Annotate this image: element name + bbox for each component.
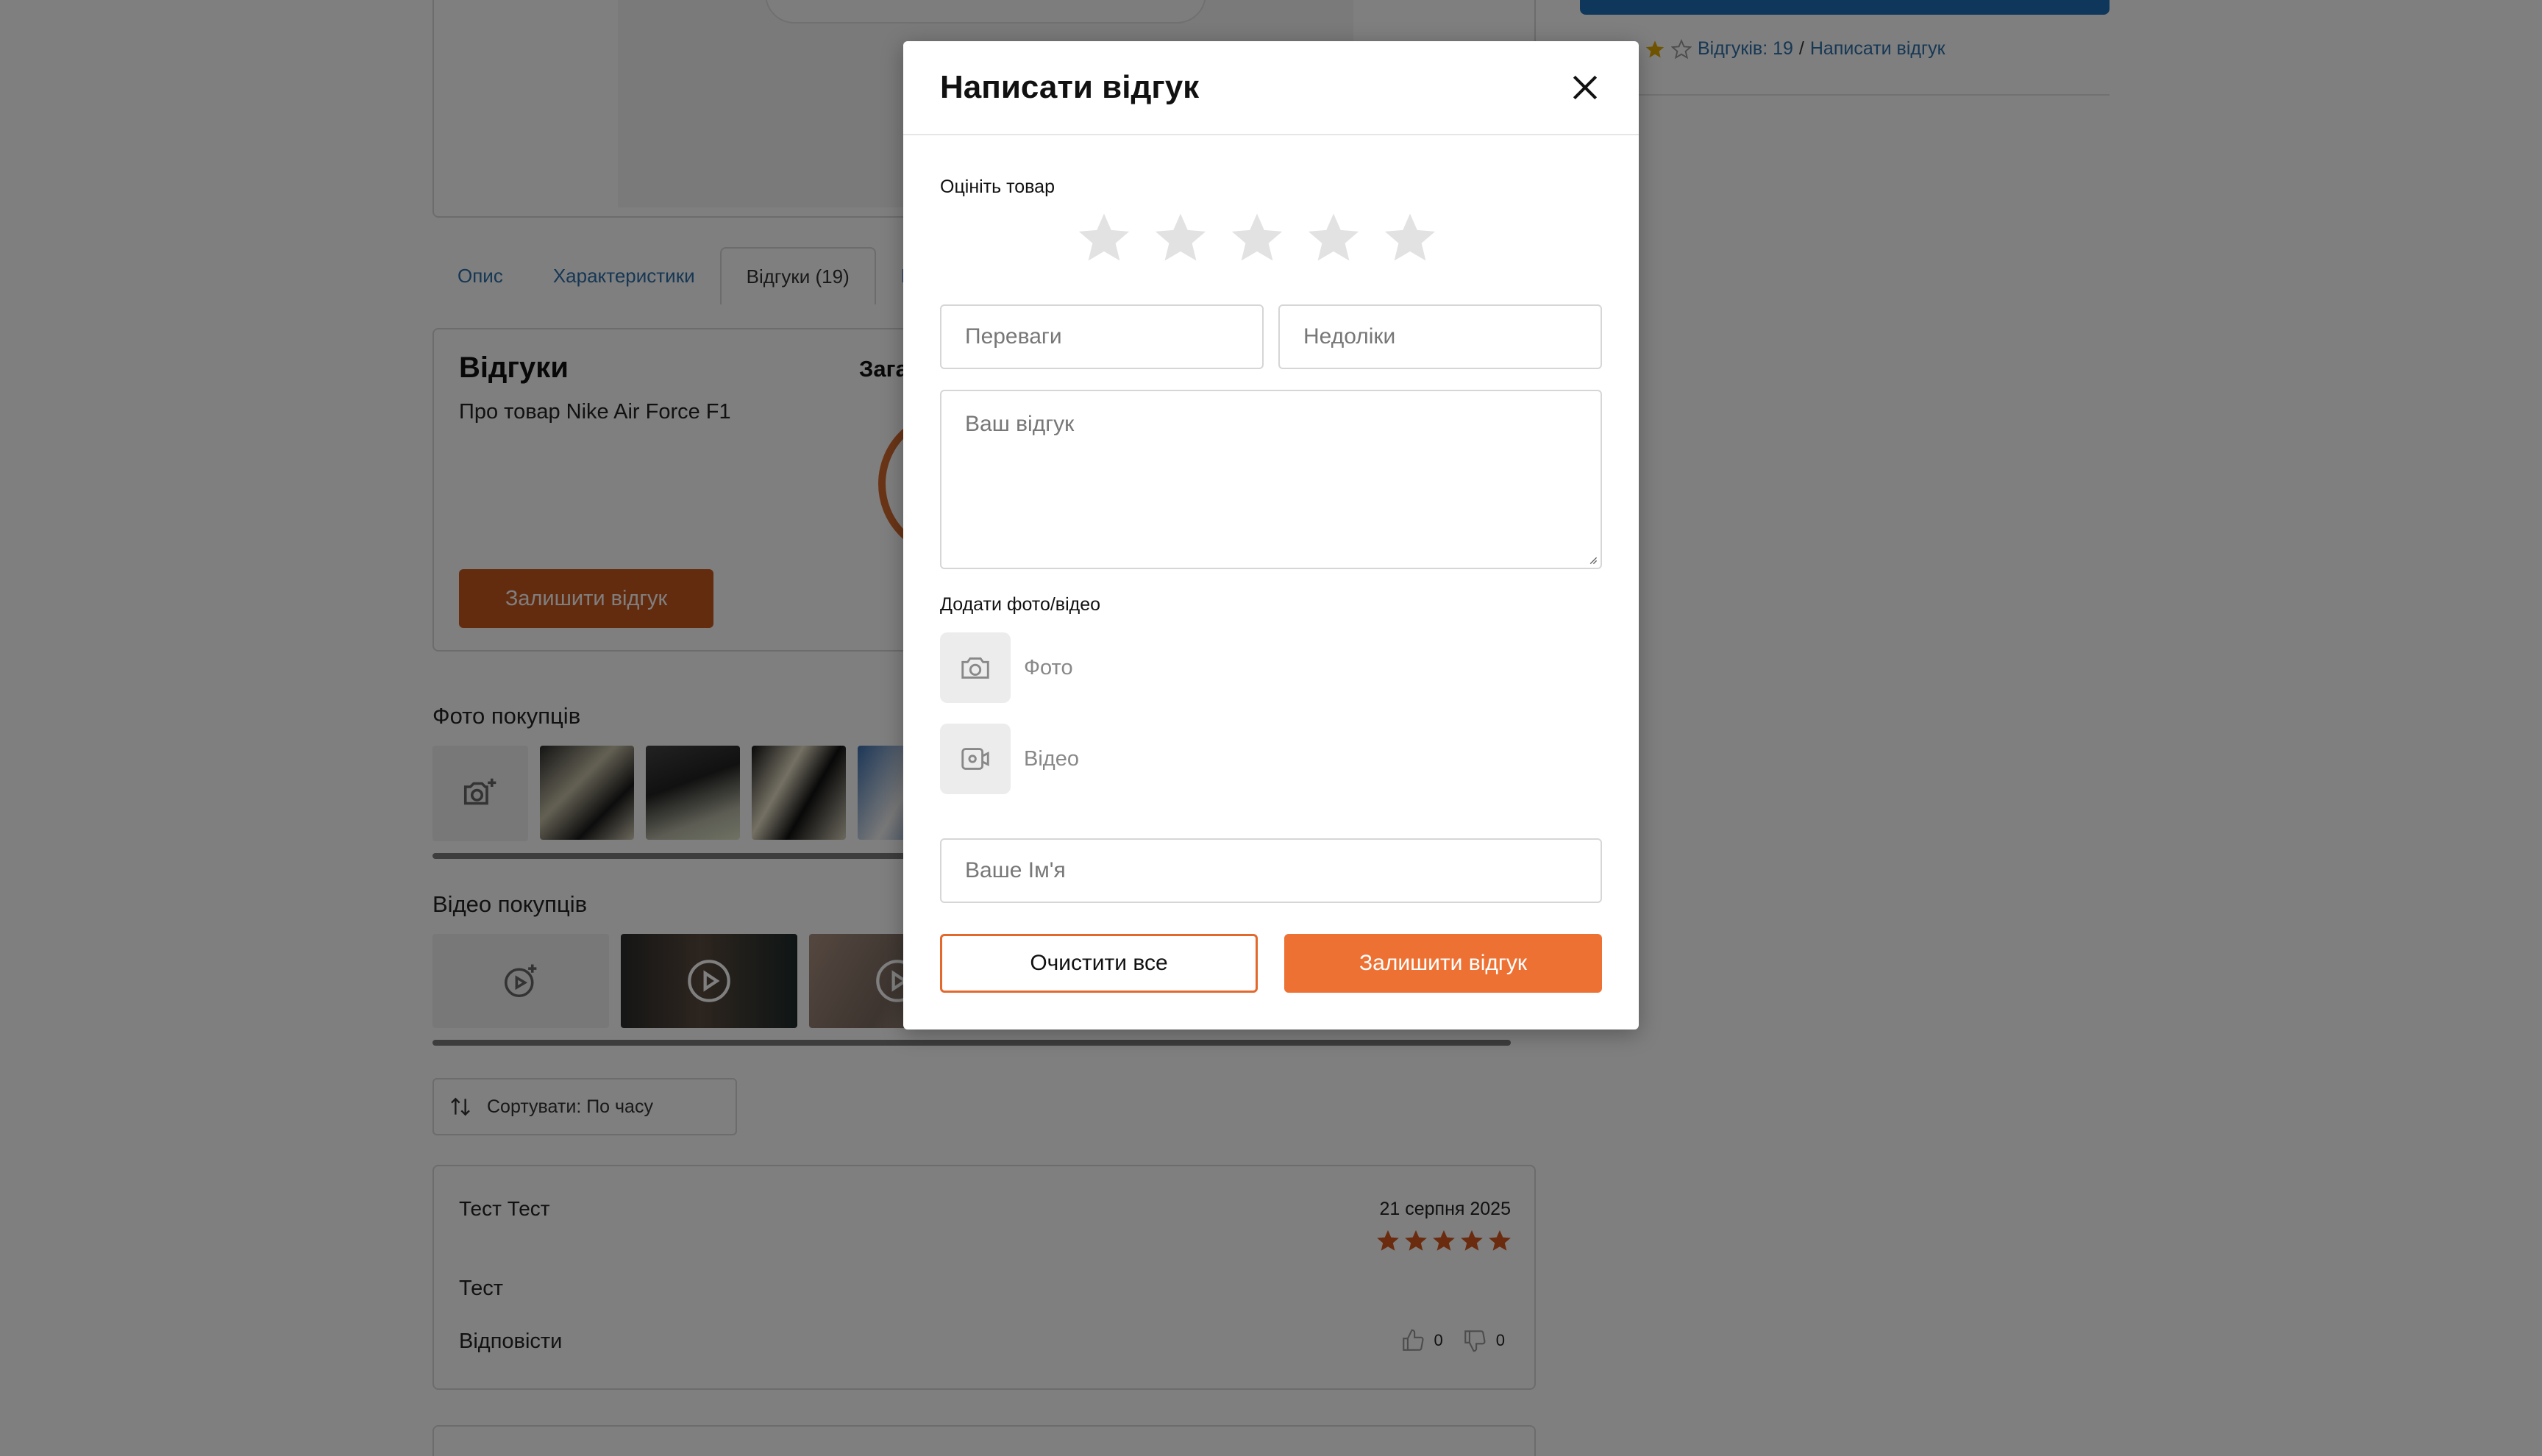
video-label: Відео [1024,746,1079,771]
video-camera-icon [961,748,989,770]
review-placeholder: Ваш відгук [965,412,1075,436]
modal-header: Написати відгук [903,41,1639,135]
photo-upload-button[interactable] [940,632,1011,703]
close-icon [1573,75,1598,100]
rating-stars [1075,209,1439,266]
close-button[interactable] [1567,69,1603,106]
clear-all-button[interactable]: Очистити все [940,934,1258,993]
rate-product-label: Оцініть товар [940,176,1055,197]
submit-review-button[interactable]: Залишити відгук [1284,934,1602,993]
write-review-modal: Написати відгук Оцініть товар Переваги Н… [903,41,1639,1029]
rating-star-5[interactable] [1381,209,1439,266]
resize-grip-icon[interactable] [1587,554,1598,565]
rating-star-2[interactable] [1152,209,1209,266]
review-textarea[interactable]: Ваш відгук [940,390,1602,569]
cons-input[interactable]: Недоліки [1278,304,1602,369]
add-video-option[interactable]: Відео [940,724,1079,794]
camera-icon [961,657,989,679]
rating-star-3[interactable] [1228,209,1286,266]
rating-star-1[interactable] [1075,209,1133,266]
modal-title: Написати відгук [940,69,1200,105]
video-upload-button[interactable] [940,724,1011,794]
name-input[interactable]: Ваше Ім'я [940,838,1602,903]
pros-input[interactable]: Переваги [940,304,1264,369]
photo-label: Фото [1024,655,1073,679]
add-photo-option[interactable]: Фото [940,632,1073,703]
add-media-label: Додати фото/відео [940,594,1101,615]
rating-star-4[interactable] [1305,209,1362,266]
